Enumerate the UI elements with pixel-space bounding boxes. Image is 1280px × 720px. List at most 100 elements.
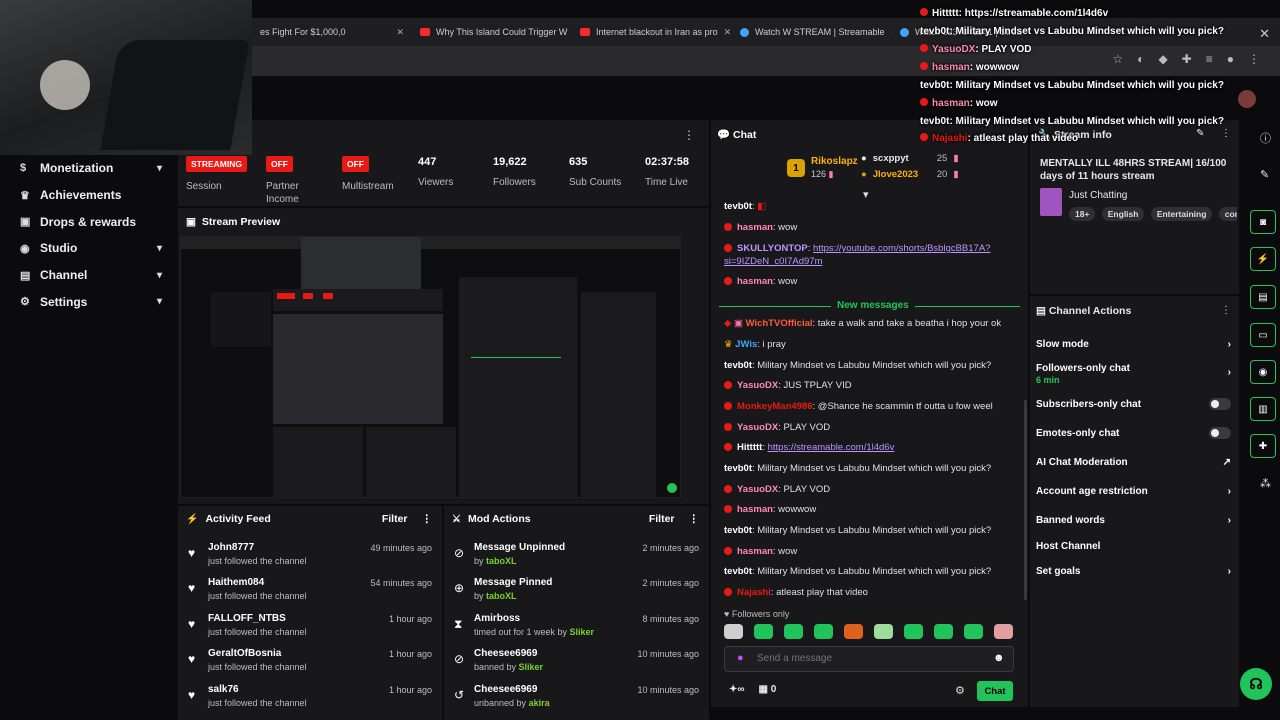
gear-icon[interactable]: ⚙ xyxy=(955,684,965,697)
emote-button[interactable] xyxy=(934,624,953,639)
sparkle-icon[interactable]: ✦∞ xyxy=(729,684,745,695)
close-icon[interactable]: ✕ xyxy=(724,27,732,38)
pencil-icon[interactable]: ✎ xyxy=(1196,128,1204,139)
chevron-down-icon[interactable]: ▾ xyxy=(863,188,869,201)
top-gifter[interactable]: 1 Rikoslapz 126 ▮ xyxy=(787,156,858,180)
browser-tab[interactable]: es Fight For $1,000,0 ✕ xyxy=(252,27,412,38)
leader-entry[interactable]: ● scxppyt 25 ▮ xyxy=(861,153,959,164)
chat-link[interactable]: si=9IZDeN_c0I7Ad97m xyxy=(724,256,822,267)
pencil-icon[interactable]: ✎ xyxy=(1260,168,1269,181)
category-name[interactable]: Just Chatting xyxy=(1069,190,1127,201)
emote-button[interactable] xyxy=(754,624,773,639)
chat-scrollbar[interactable] xyxy=(1024,400,1027,600)
list-item[interactable]: ⧗ Amirboss timed out for 1 week by Sliker… xyxy=(454,613,699,647)
host-channel-row[interactable]: Host Channel xyxy=(1036,541,1231,552)
list-item[interactable]: ♥ Haithem084 just followed the channel 54… xyxy=(188,577,432,611)
list-item[interactable]: ♥ FALLOFF_NTBS just followed the channel … xyxy=(188,613,432,647)
document-icon[interactable]: ▤ xyxy=(1250,285,1276,309)
chat-username[interactable]: SKULLYONTOP xyxy=(737,243,808,254)
browser-tab[interactable]: Internet blackout in Iran as pro ✕ xyxy=(572,27,732,38)
sidebar-item-drops[interactable]: ▣ Drops & rewards xyxy=(0,208,178,235)
more-icon[interactable]: ⋮ xyxy=(1248,52,1260,66)
more-icon[interactable]: ⋮ xyxy=(1221,305,1231,316)
ai-moderation-row[interactable]: AI Chat Moderation ↗ xyxy=(1036,457,1231,468)
chat-username[interactable]: hasman xyxy=(737,504,773,515)
chat-username[interactable]: MonkeyMan4986 xyxy=(737,401,813,412)
moderator-name[interactable]: Sliker xyxy=(570,627,595,637)
extension-icon[interactable]: ◆ xyxy=(1158,52,1167,66)
filter-button[interactable]: Filter xyxy=(382,513,408,525)
chat-username[interactable]: tevb0t xyxy=(724,201,752,212)
emote-button[interactable] xyxy=(874,624,893,639)
browser-tab[interactable]: Why This Island Could Trigger W✕ xyxy=(412,27,572,38)
chat-username[interactable]: Hittttt xyxy=(737,442,762,453)
chat-username[interactable]: WichTVOfficial xyxy=(746,318,813,329)
sidebar-item-monetization[interactable]: $ Monetization ▾ xyxy=(0,155,178,182)
emote-button[interactable] xyxy=(964,624,983,639)
more-icon[interactable]: ⋮ xyxy=(689,513,700,525)
list-item[interactable]: ⊘ Message Unpinned by taboXL 2 minutes ag… xyxy=(454,542,699,576)
banned-words-row[interactable]: Banned words › xyxy=(1036,515,1231,526)
support-button[interactable]: ☊ xyxy=(1240,668,1272,700)
tag[interactable]: 18+ xyxy=(1069,207,1096,221)
chat-username[interactable]: hasman xyxy=(737,222,773,233)
list-item[interactable]: ♥ GeraltOfBosnia just followed the channe… xyxy=(188,648,432,682)
chat-username[interactable]: tevb0t xyxy=(724,360,752,371)
chat-username[interactable]: Najashi xyxy=(737,587,771,598)
tag[interactable]: conte xyxy=(1218,207,1237,221)
stat-multistream[interactable]: OFF Multistream xyxy=(342,156,394,193)
moderator-name[interactable]: akira xyxy=(529,698,550,708)
chat-username[interactable]: tevb0t xyxy=(724,566,752,577)
wrench-icon[interactable]: ✚ xyxy=(1250,434,1276,458)
emote-button[interactable] xyxy=(994,624,1013,639)
sidebar-item-settings[interactable]: ⚙ Settings ▾ xyxy=(0,288,178,315)
chat-username[interactable]: tevb0t xyxy=(724,463,752,474)
chat-input[interactable] xyxy=(757,653,977,664)
more-icon[interactable]: ⋮ xyxy=(683,128,695,142)
stream-preview-video[interactable] xyxy=(180,236,681,498)
moderator-name[interactable]: taboXL xyxy=(486,591,517,601)
leader-entry[interactable]: ● Jlove2023 20 ▮ xyxy=(861,169,959,180)
broadcast-icon[interactable]: ◉ xyxy=(1250,360,1276,384)
tag[interactable]: Entertaining xyxy=(1150,207,1213,221)
slow-mode-row[interactable]: Slow mode › xyxy=(1036,339,1231,350)
list-item[interactable]: ⊕ Message Pinned by taboXL 2 minutes ago xyxy=(454,577,699,611)
camera-icon[interactable]: ◙ xyxy=(1250,210,1276,234)
chat-icon[interactable]: ▭ xyxy=(1250,323,1276,347)
new-messages-divider[interactable]: New messages xyxy=(719,300,1020,312)
more-icon[interactable]: ⋮ xyxy=(422,513,433,525)
chat-username[interactable]: YasuoDX xyxy=(737,484,778,495)
microphone-icon[interactable]: ● xyxy=(737,652,744,664)
sidebar-item-studio[interactable]: ◉ Studio ▾ xyxy=(0,235,178,262)
account-age-row[interactable]: Account age restriction › xyxy=(1036,486,1231,497)
chat-username[interactable]: JWis xyxy=(735,339,757,350)
emote-button[interactable] xyxy=(814,624,833,639)
chat-username[interactable]: tevb0t xyxy=(724,525,752,536)
lightning-icon[interactable]: ⚡ xyxy=(1250,247,1276,271)
puzzle-icon[interactable]: ✚ xyxy=(1182,52,1192,66)
store-icon[interactable]: ▦ 0 xyxy=(759,684,777,695)
profile-icon[interactable]: ● xyxy=(1227,52,1234,66)
list-item[interactable]: ♥ salk76 just followed the channel 1 hour… xyxy=(188,684,432,718)
list-item[interactable]: ↺ Cheesee6969 unbanned by akira 10 minute… xyxy=(454,684,699,718)
chat-username[interactable]: hasman xyxy=(737,546,773,557)
emotes-only-toggle[interactable] xyxy=(1209,427,1231,439)
emote-button[interactable] xyxy=(844,624,863,639)
menu-icon[interactable]: ≡ xyxy=(1206,52,1213,66)
emote-button[interactable] xyxy=(724,624,743,639)
subscribers-only-toggle[interactable] xyxy=(1209,398,1231,410)
chat-username[interactable]: YasuoDX xyxy=(737,380,778,391)
window-close-icon[interactable]: ✕ xyxy=(1259,26,1270,42)
share-icon[interactable]: ⁂ xyxy=(1260,477,1271,490)
more-icon[interactable]: ⋮ xyxy=(1221,128,1231,139)
tag[interactable]: English xyxy=(1101,207,1145,221)
followers-only-row[interactable]: Followers-only chat 6 min › xyxy=(1036,363,1231,385)
stat-partner-income[interactable]: OFF Partner Income xyxy=(266,156,316,206)
emoji-icon[interactable]: ☻ xyxy=(993,652,1005,664)
sidebar-item-channel[interactable]: ▤ Channel ▾ xyxy=(0,262,178,289)
server-icon[interactable]: ▥ xyxy=(1250,397,1276,421)
extension-icon[interactable]: ◐ xyxy=(1137,52,1144,66)
sidebar-item-achievements[interactable]: ♛ Achievements xyxy=(0,182,178,209)
chat-username[interactable]: YasuoDX xyxy=(737,422,778,433)
emote-button[interactable] xyxy=(784,624,803,639)
